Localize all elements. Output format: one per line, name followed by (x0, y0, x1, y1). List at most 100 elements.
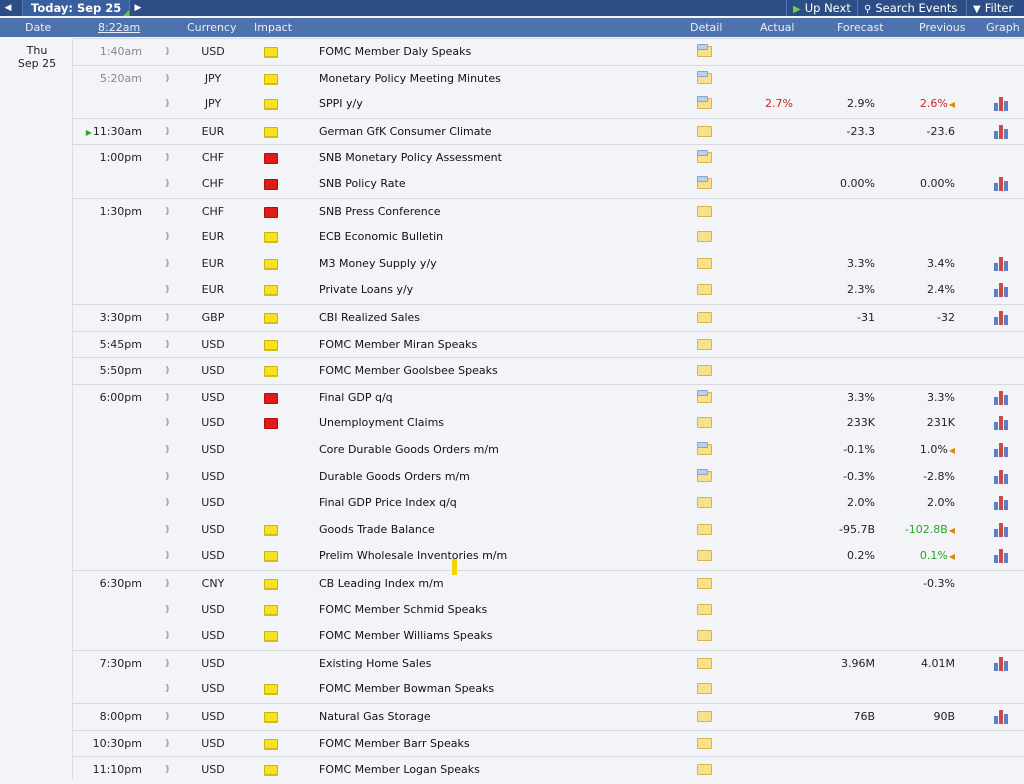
event-row[interactable]: ))) EUR M3 Money Supply y/y 3.3% 3.4% (73, 251, 1024, 278)
event-title[interactable]: SNB Press Conference (319, 199, 441, 225)
event-row[interactable]: ))) USD FOMC Member Bowman Speaks (73, 676, 1024, 703)
detail-folder-icon[interactable] (697, 205, 712, 217)
detail-folder-icon[interactable] (697, 44, 712, 57)
sound-alert-icon[interactable]: ))) (165, 571, 175, 597)
event-title[interactable]: Goods Trade Balance (319, 517, 435, 543)
sound-alert-icon[interactable]: ))) (165, 676, 175, 702)
detail-folder-icon[interactable] (697, 657, 712, 669)
detail-folder-icon[interactable] (697, 284, 712, 296)
sound-alert-icon[interactable]: ))) (165, 731, 175, 757)
bar-chart-icon[interactable] (994, 549, 1010, 564)
event-title[interactable]: FOMC Member Bowman Speaks (319, 676, 494, 702)
sound-alert-icon[interactable]: ))) (165, 437, 175, 463)
detail-folder-icon[interactable] (697, 630, 712, 642)
bar-chart-icon[interactable] (994, 710, 1010, 724)
event-title[interactable]: FOMC Member Logan Speaks (319, 757, 480, 783)
detail-folder-icon[interactable] (697, 96, 712, 110)
event-row[interactable]: 11:10pm))) USD FOMC Member Logan Speaks (73, 756, 1024, 784)
event-row[interactable]: 5:50pm))) USD FOMC Member Goolsbee Speaks (73, 357, 1024, 385)
bar-chart-icon[interactable] (994, 656, 1010, 671)
event-title[interactable]: Core Durable Goods Orders m/m (319, 437, 499, 463)
detail-folder-icon[interactable] (697, 312, 712, 323)
bar-chart-icon[interactable] (994, 522, 1010, 537)
event-row[interactable]: ))) EUR Private Loans y/y 2.3% 2.4% (73, 277, 1024, 304)
bar-chart-icon[interactable] (994, 283, 1010, 298)
event-row[interactable]: ))) USD Core Durable Goods Orders m/m -0.1%… (73, 437, 1024, 464)
event-title[interactable]: FOMC Member Williams Speaks (319, 623, 493, 649)
sound-alert-icon[interactable]: ))) (165, 410, 175, 436)
detail-folder-icon[interactable] (697, 497, 712, 509)
event-title[interactable]: Unemployment Claims (319, 410, 444, 436)
sound-alert-icon[interactable]: ))) (165, 623, 175, 649)
event-title[interactable]: Existing Home Sales (319, 651, 431, 677)
sound-alert-icon[interactable]: ))) (165, 91, 175, 117)
sound-alert-icon[interactable]: ))) (165, 517, 175, 543)
event-row[interactable]: ))) JPY SPPI y/y 2.7% 2.9% 2.6%◀ (73, 91, 1024, 118)
event-row[interactable]: ▶11:30am))) EUR German GfK Consumer Climat… (73, 117, 1024, 146)
event-title[interactable]: FOMC Member Daly Speaks (319, 39, 471, 65)
event-row[interactable]: 8:00pm))) USD Natural Gas Storage 76B 90B (73, 703, 1024, 731)
sound-alert-icon[interactable]: ))) (165, 171, 175, 197)
current-day-button[interactable]: Today: Sep 25 (22, 0, 131, 16)
sound-alert-icon[interactable]: ))) (165, 251, 175, 277)
event-row[interactable]: 5:45pm))) USD FOMC Member Miran Speaks (73, 330, 1024, 359)
event-title[interactable]: Prelim Wholesale Inventories m/m (319, 543, 507, 569)
sound-alert-icon[interactable]: ))) (165, 199, 175, 225)
event-title[interactable]: FOMC Member Miran Speaks (319, 332, 477, 358)
event-row[interactable]: ))) USD Unemployment Claims 233K 231K (73, 410, 1024, 437)
event-title[interactable]: FOMC Member Barr Speaks (319, 731, 470, 757)
event-row[interactable]: ))) CHF SNB Policy Rate 0.00% 0.00% (73, 171, 1024, 198)
bar-chart-icon[interactable] (994, 311, 1010, 325)
bar-chart-icon[interactable] (994, 469, 1010, 484)
sound-alert-icon[interactable]: ))) (165, 145, 175, 171)
event-row[interactable]: 1:00pm))) CHF SNB Monetary Policy Assessme… (73, 144, 1024, 172)
filter-button[interactable]: ▼ Filter (966, 0, 1019, 16)
event-row[interactable]: 6:00pm))) USD Final GDP q/q 3.3% 3.3% (73, 383, 1024, 412)
event-row[interactable]: 1:40am))) USD FOMC Member Daly Speaks (73, 38, 1024, 66)
sound-alert-icon[interactable]: ))) (165, 385, 175, 411)
event-row[interactable]: ))) USD Prelim Wholesale Inventories m/m 0.… (73, 543, 1024, 570)
revised-marker-icon[interactable]: ◀ (949, 552, 955, 561)
revised-marker-icon[interactable]: ◀ (949, 526, 955, 535)
sound-alert-icon[interactable]: ))) (165, 224, 175, 250)
sound-alert-icon[interactable]: ))) (165, 543, 175, 569)
event-row[interactable]: 6:30pm))) CNY CB Leading Index m/m -0.3% (73, 570, 1024, 598)
sound-alert-icon[interactable]: ))) (165, 66, 175, 92)
detail-folder-icon[interactable] (697, 338, 712, 350)
detail-folder-icon[interactable] (697, 683, 712, 695)
search-events-button[interactable]: ⚲ Search Events (857, 0, 963, 16)
bar-chart-icon[interactable] (994, 443, 1010, 457)
event-row[interactable]: 1:30pm))) CHF SNB Press Conference (73, 197, 1024, 226)
detail-folder-icon[interactable] (697, 417, 712, 429)
event-title[interactable]: CB Leading Index m/m (319, 571, 444, 597)
detail-folder-icon[interactable] (697, 125, 712, 137)
next-day-arrow-icon[interactable]: ▶ (130, 0, 146, 16)
event-row[interactable]: 7:30pm))) USD Existing Home Sales 3.96M 4.01… (73, 649, 1024, 678)
detail-folder-icon[interactable] (697, 389, 712, 403)
event-title[interactable]: Final GDP q/q (319, 385, 393, 411)
sound-alert-icon[interactable]: ))) (165, 305, 175, 331)
event-title[interactable]: FOMC Member Schmid Speaks (319, 597, 487, 623)
event-row[interactable]: ))) USD FOMC Member Williams Speaks (73, 623, 1024, 650)
detail-folder-icon[interactable] (697, 550, 712, 562)
event-title[interactable]: M3 Money Supply y/y (319, 251, 437, 277)
event-row[interactable]: ))) USD FOMC Member Schmid Speaks (73, 597, 1024, 624)
sound-alert-icon[interactable]: ))) (165, 597, 175, 623)
event-row[interactable]: ))) USD Durable Goods Orders m/m -0.3% -2.8% (73, 464, 1024, 491)
event-row[interactable]: 5:20am))) JPY Monetary Policy Meeting Minu… (73, 64, 1024, 93)
bar-chart-icon[interactable] (994, 177, 1010, 191)
detail-folder-icon[interactable] (697, 150, 712, 164)
prev-day-arrow-icon[interactable]: ◀ (0, 0, 16, 16)
detail-folder-icon[interactable] (697, 737, 712, 749)
bar-chart-icon[interactable] (994, 124, 1010, 139)
event-row[interactable]: 3:30pm))) GBP CBI Realized Sales -31 -32 (73, 304, 1024, 332)
bar-chart-icon[interactable] (994, 416, 1010, 431)
event-title[interactable]: Final GDP Price Index q/q (319, 490, 457, 516)
detail-folder-icon[interactable] (697, 257, 712, 269)
detail-folder-icon[interactable] (697, 603, 712, 615)
sound-alert-icon[interactable]: ))) (165, 651, 175, 677)
bar-chart-icon[interactable] (994, 256, 1010, 271)
detail-folder-icon[interactable] (697, 578, 712, 589)
sound-alert-icon[interactable]: ))) (165, 490, 175, 516)
sound-alert-icon[interactable]: ))) (165, 358, 175, 384)
